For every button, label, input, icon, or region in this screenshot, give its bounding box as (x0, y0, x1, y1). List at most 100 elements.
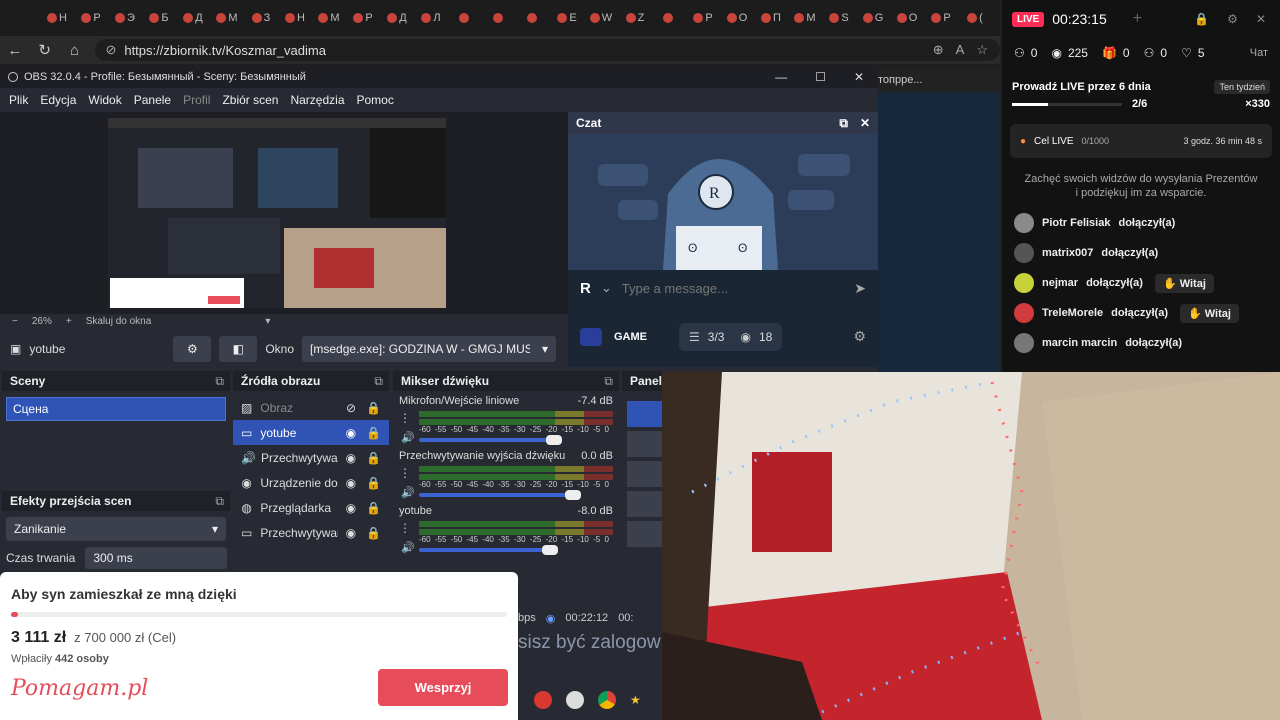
support-button[interactable]: Wesprzyj (378, 669, 508, 706)
url-field[interactable]: ⊘ https://zbiornik.tv/Koszmar_vadima ⊕ A ☆ (95, 39, 1000, 61)
preview-area[interactable] (0, 112, 568, 314)
slider-knob[interactable] (542, 545, 559, 555)
browser-tab[interactable]: H (40, 7, 74, 29)
game-label[interactable]: GAME (614, 331, 647, 343)
join-user[interactable]: matrix007 (1042, 247, 1093, 259)
source-row[interactable]: ▭ yotube ◉ 🔒 (233, 420, 389, 445)
browser-tab[interactable]: Z (618, 7, 652, 29)
eye-icon[interactable]: ◉ (346, 501, 356, 515)
avatar[interactable] (1014, 273, 1034, 293)
avatar[interactable] (1014, 333, 1034, 353)
lock-icon[interactable]: 🔒 (366, 401, 381, 415)
menu-docks[interactable]: Panele (134, 93, 171, 107)
float-icon[interactable]: ⧉ (839, 116, 848, 131)
chevron-down-icon[interactable]: ▾ (265, 316, 270, 327)
lock-icon[interactable]: 🔒 (366, 501, 381, 515)
zoom-in-icon[interactable]: + (66, 316, 72, 327)
source-row[interactable]: ▭ Przechwytywan ◉ 🔒 (233, 520, 389, 545)
speaker-icon[interactable]: 🔊 (401, 541, 415, 554)
eye-icon[interactable]: ◉ (346, 526, 356, 540)
source-row[interactable]: ▨ Obraz ⊘ 🔒 (233, 395, 389, 420)
join-user[interactable]: Piotr Felisiak (1042, 217, 1110, 229)
float-icon[interactable]: ⧉ (215, 374, 230, 389)
preview-canvas[interactable] (108, 118, 446, 308)
browser-tab[interactable]: E (550, 7, 584, 29)
avatar[interactable] (1014, 213, 1034, 233)
browser-tab[interactable]: Д (380, 7, 414, 29)
menu-edit[interactable]: Edycja (40, 93, 76, 107)
browser-tab[interactable]: P (346, 7, 380, 29)
browser-tab[interactable] (516, 7, 550, 29)
back-icon[interactable]: ← (0, 42, 30, 59)
browser-tab[interactable]: G (856, 7, 890, 29)
browser-tab[interactable]: Д (176, 7, 210, 29)
rumble-icon[interactable] (534, 691, 552, 709)
browser-tab[interactable]: P (924, 7, 958, 29)
slider-knob[interactable] (545, 435, 562, 445)
home-icon[interactable]: ⌂ (60, 42, 90, 59)
read-aloud-icon[interactable]: A (956, 42, 965, 58)
transition-select[interactable]: Zanikanie ▾ (6, 517, 226, 541)
rumble-logo-icon[interactable]: R (580, 280, 591, 297)
float-icon[interactable]: ⧉ (374, 374, 389, 389)
menu-profile[interactable]: Profil (183, 93, 210, 107)
chat-message-input[interactable] (621, 280, 822, 296)
eye-icon[interactable]: ◉ (346, 451, 356, 465)
start-recording-button[interactable] (627, 431, 662, 457)
eye-off-icon[interactable]: ⊘ (346, 401, 356, 415)
browser-tab[interactable] (448, 7, 482, 29)
lock-icon[interactable]: 🔒 (366, 476, 381, 490)
send-icon[interactable]: ➤ (854, 280, 878, 297)
zoom-out-icon[interactable]: − (12, 316, 18, 327)
scene-item[interactable]: Сцена (6, 397, 226, 421)
join-user[interactable]: nejmar (1042, 277, 1078, 289)
float-icon[interactable]: ⧉ (604, 374, 619, 389)
menu-view[interactable]: Widok (88, 93, 121, 107)
menu-dots-icon[interactable]: ⋮ (399, 521, 419, 535)
menu-tools[interactable]: Narzędzia (290, 93, 344, 107)
slider-knob[interactable] (565, 490, 581, 500)
volume-slider[interactable]: 🔊 (401, 432, 562, 445)
close-icon[interactable]: ✕ (860, 116, 870, 131)
browser-tab[interactable]: W (584, 7, 618, 29)
minimize-icon[interactable]: — (775, 70, 787, 84)
gear-icon[interactable]: ⚙ (853, 328, 878, 345)
browser-tab[interactable]: M (788, 7, 822, 29)
lock-icon[interactable]: 🔒 (1194, 12, 1209, 26)
speaker-icon[interactable]: 🔊 (401, 486, 415, 499)
lock-icon[interactable]: 🔒 (366, 526, 381, 540)
eye-icon[interactable]: ◉ (346, 476, 356, 490)
join-user[interactable]: TreleMorele (1042, 307, 1103, 319)
browser-tab[interactable]: ( (958, 7, 992, 29)
lock-icon[interactable]: 🔒 (366, 451, 381, 465)
close-icon[interactable]: ✕ (1256, 12, 1266, 26)
browser-tab[interactable]: M (312, 7, 346, 29)
start-streaming-button[interactable] (627, 401, 662, 427)
avatar[interactable] (1014, 243, 1034, 263)
menu-help[interactable]: Pomoc (357, 93, 394, 107)
browser-tab[interactable]: H (278, 7, 312, 29)
browser-tab[interactable]: Л (414, 7, 448, 29)
menu-dots-icon[interactable]: ⋮ (399, 411, 419, 425)
gear-icon[interactable]: ⚙ (1227, 12, 1238, 26)
chat-label[interactable]: Чат (1250, 47, 1280, 59)
lock-icon[interactable]: 🔒 (366, 426, 381, 440)
site-info-icon[interactable]: ⊘ (105, 42, 116, 58)
favorite-icon[interactable]: ☆ (976, 42, 988, 58)
add-icon[interactable]: + (1133, 10, 1142, 28)
chevron-down-icon[interactable]: ⌄ (601, 280, 612, 296)
filters-button[interactable]: ◧ (219, 336, 258, 362)
window-select[interactable]: [msedge.exe]: GODZINA W - GMGJ MUSIC - ▾ (302, 336, 557, 362)
reload-icon[interactable]: ↻ (30, 41, 60, 59)
settings-button[interactable]: ⚙ (173, 336, 212, 362)
browser-tab[interactable]: Э (108, 7, 142, 29)
menu-file[interactable]: Plik (9, 93, 28, 107)
menu-scene-collection[interactable]: Zbiór scen (222, 93, 278, 107)
witaj-button[interactable]: ✋ Witaj (1154, 273, 1214, 293)
avatar[interactable] (1014, 303, 1034, 323)
star-icon[interactable]: ★ (630, 693, 641, 707)
eye-icon[interactable]: ◉ (346, 426, 356, 440)
witaj-button[interactable]: ✋ Witaj (1180, 303, 1239, 323)
browser-tab[interactable] (482, 7, 516, 29)
volume-slider[interactable]: 🔊 (401, 542, 559, 555)
